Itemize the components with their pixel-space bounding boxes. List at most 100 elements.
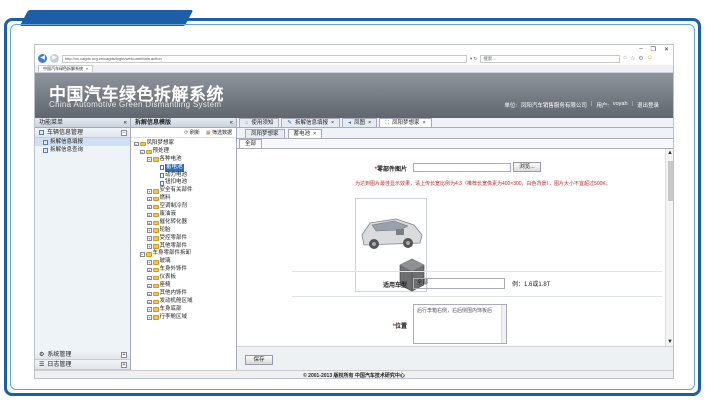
subtab-battery[interactable]: 蓄电池 × <box>287 129 323 138</box>
model-select[interactable]: 全部 <box>413 278 505 289</box>
browser-tab-title: 中国汽车绿色拆解系统 <box>43 66 83 71</box>
expand-toggle-icon[interactable]: + <box>147 307 152 312</box>
tree-node[interactable]: + 燃料 <box>134 195 236 203</box>
expand-toggle-icon[interactable]: + <box>147 228 152 233</box>
expand-toggle-icon[interactable]: + <box>147 220 152 226</box>
tree-node[interactable]: + 轮胎 <box>134 227 236 235</box>
expand-toggle-icon[interactable]: + <box>147 236 152 241</box>
expand-toggle-icon[interactable]: − <box>134 141 139 147</box>
tab-dismantle-report[interactable]: ✎ 拆解信息填报 × <box>281 118 341 127</box>
refresh-button[interactable]: ⟳ 刷新 <box>184 128 200 137</box>
form-scrollbar[interactable]: ▲ ▼ <box>665 149 673 346</box>
star-icon[interactable]: ☆ <box>630 55 635 62</box>
settings-icon[interactable]: ⚙ <box>638 55 643 62</box>
save-button[interactable]: 保存 <box>245 355 273 365</box>
back-icon[interactable]: ◀ <box>38 54 47 63</box>
expand-toggle-icon[interactable]: + <box>121 361 127 368</box>
subtab-dreamer[interactable]: 凤阳梦想家 <box>245 129 285 138</box>
url-field[interactable]: http://xx.cagds.org.cn/cagds/login/welco… <box>62 54 467 63</box>
left-menu-title: 功能菜单 <box>39 120 64 126</box>
tree-icon: ⛶ <box>385 120 390 126</box>
tab-dreamer[interactable]: ⛶ 凤阳梦想家 × <box>379 118 432 127</box>
tree-node-label: 座椅 <box>159 282 171 289</box>
expand-toggle-icon[interactable]: − <box>147 157 152 162</box>
expand-toggle-icon[interactable]: + <box>147 204 152 210</box>
menu-group-label: 日志管理 <box>47 361 72 368</box>
tree-node[interactable]: + 座椅 <box>134 282 236 290</box>
tree-node[interactable]: + 受控零部件 <box>134 235 236 243</box>
menu-group-log[interactable]: ☰ 日志管理 + <box>35 360 130 370</box>
scroll-down-icon[interactable]: ▼ <box>667 339 673 345</box>
home-icon[interactable]: ⌂ <box>623 55 627 62</box>
scroll-up-icon[interactable]: ▲ <box>667 150 673 156</box>
expand-toggle-icon[interactable]: + <box>147 189 152 194</box>
tab-close-icon[interactable]: × <box>313 130 316 138</box>
browse-button[interactable]: 浏览... <box>513 162 541 172</box>
menu-item-dismantle-query[interactable]: 拆解信息查询 <box>35 146 130 154</box>
tab-phoenix-image[interactable]: ◂ 凤图 × <box>342 118 378 127</box>
collapse-toggle-icon[interactable]: − <box>121 129 127 136</box>
log-icon: ☰ <box>39 361 45 368</box>
expand-toggle-icon[interactable]: + <box>147 315 152 320</box>
menu-group-system[interactable]: ⚙ 系统管理 + <box>35 350 130 360</box>
collapse-icon[interactable]: « <box>124 118 127 127</box>
tree-node[interactable]: +蓄电池 <box>134 163 236 172</box>
image-label: *零部件图片 <box>374 167 407 173</box>
close-icon[interactable]: ✕ <box>664 46 669 53</box>
smiley-icon[interactable]: ☺ <box>647 55 653 62</box>
scrollbar-thumb[interactable] <box>668 161 673 201</box>
expand-toggle-icon[interactable]: + <box>147 267 152 273</box>
refresh-icon: ⟳ <box>184 130 189 136</box>
tab-close-icon[interactable]: × <box>331 119 334 127</box>
menu-item-dismantle-report[interactable]: 拆解信息填报 <box>35 138 130 146</box>
tree-node[interactable]: − 车身零部件拆卸 <box>134 250 236 258</box>
folder-icon <box>152 315 159 320</box>
tree-node[interactable]: + 仪表板 <box>134 274 236 282</box>
forward-icon[interactable]: ▶ <box>50 54 59 63</box>
collapse-icon[interactable]: « <box>230 118 233 127</box>
position-textarea[interactable]: 后行李箱右侧，右后侧围内饰板后 <box>413 304 507 344</box>
browser-tab[interactable]: 中国汽车绿色拆解系统 × <box>38 65 94 72</box>
tree-node[interactable]: + 催化转化器 <box>134 219 236 227</box>
expand-toggle-icon[interactable]: + <box>121 351 127 358</box>
maximize-icon[interactable]: ❐ <box>651 46 656 53</box>
logout-link[interactable]: 退出登录 <box>637 101 659 109</box>
template-panel: 拆解信息模版 « ⟳ 刷新 ▦ 筛选数据 −凤阳梦想家−预处理−各种电池+蓄电池… <box>131 118 237 370</box>
top-tabs: ⌂ 使用须知 ✎ 拆解信息填报 × ◂ 凤图 × ⛶ 凤阳梦想家 × <box>237 118 673 128</box>
expand-toggle-icon[interactable]: + <box>147 291 152 297</box>
tree-node[interactable]: − 凤阳梦想家 <box>134 140 236 148</box>
expand-toggle-icon[interactable]: + <box>147 244 152 249</box>
tree-node[interactable]: + 空调制冷剂 <box>134 203 236 211</box>
left-menu: 功能菜单 « 车辆信息管理 − 拆解信息填报 拆解信息查询 ⚙ 系统管理 + ☰… <box>35 118 131 370</box>
expand-toggle-icon[interactable]: + <box>147 212 152 218</box>
expand-toggle-icon[interactable]: − <box>140 149 145 155</box>
filter-button[interactable]: ▦ 筛选数据 <box>206 128 232 137</box>
tree-node[interactable]: + 发动机舱区域 <box>134 298 236 306</box>
tree-node[interactable]: + 车身底部 <box>134 306 236 314</box>
textarea-scrollbar[interactable] <box>501 305 506 343</box>
tree-node[interactable]: − 预处理 <box>134 148 236 156</box>
expand-toggle-icon[interactable]: + <box>147 283 152 289</box>
expand-toggle-icon[interactable]: + <box>147 275 152 281</box>
tab-all[interactable]: 全部 <box>239 139 263 148</box>
tab-close-icon[interactable]: × <box>368 119 371 127</box>
search-input[interactable]: 搜索... <box>480 54 621 63</box>
folder-icon <box>152 204 159 210</box>
tree-node[interactable]: + 安全有关部件 <box>134 187 236 195</box>
expand-toggle-icon[interactable]: − <box>140 252 145 257</box>
expand-toggle-icon[interactable]: + <box>147 260 152 265</box>
tree-node[interactable]: + 车身外饰件 <box>134 266 236 274</box>
tree-node[interactable]: + 废油液 <box>134 211 236 219</box>
menu-group-vehicle[interactable]: 车辆信息管理 − <box>35 128 130 138</box>
tree-node[interactable]: − 各种电池 <box>134 156 236 164</box>
expand-toggle-icon[interactable]: + <box>147 196 152 202</box>
tree-node[interactable]: + 行李舱区域 <box>134 314 236 322</box>
refresh-icon[interactable]: ▾ ↻ <box>470 56 477 62</box>
tab-usage-notes[interactable]: ⌂ 使用须知 <box>239 118 280 127</box>
tab-close-icon[interactable]: × <box>86 66 88 72</box>
tab-close-icon[interactable]: × <box>423 119 426 127</box>
minimize-icon[interactable]: – <box>639 46 642 53</box>
expand-toggle-icon[interactable]: + <box>147 299 152 304</box>
tree-node[interactable]: + 其他内饰件 <box>134 290 236 298</box>
file-input[interactable] <box>413 163 511 172</box>
